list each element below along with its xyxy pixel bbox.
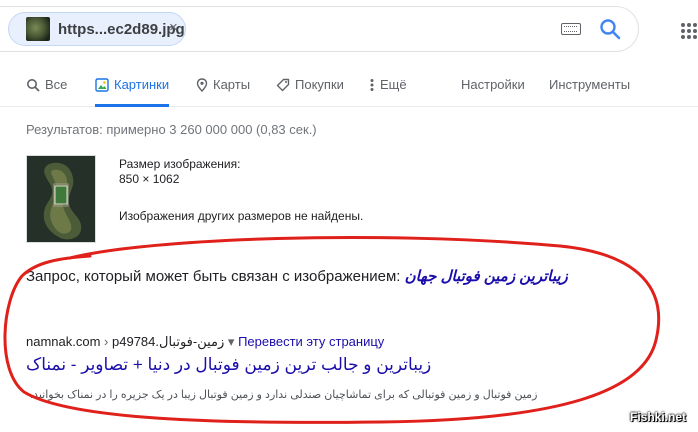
result-site: namnak.com <box>26 334 101 349</box>
keyboard-icon[interactable] <box>561 23 581 35</box>
chevron-down-icon[interactable]: ▾ <box>228 334 235 349</box>
tab-tools[interactable]: Инструменты <box>549 77 630 92</box>
close-icon[interactable]: × <box>169 19 178 36</box>
result-snippet: زمین فوتبال و زمین فوتبالی که برای تماشا… <box>30 389 538 401</box>
tag-icon <box>276 78 290 91</box>
related-query-link[interactable]: زیباترین زمین فوتبال جهان <box>405 268 568 285</box>
search-icon <box>27 78 40 92</box>
tab-label: Карты <box>213 77 251 92</box>
watermark: Fishki.net <box>630 410 687 424</box>
breadcrumb-separator: › <box>104 334 109 349</box>
translate-page-link[interactable]: Перевести эту страницу <box>238 334 384 349</box>
image-icon <box>95 77 109 92</box>
tab-label: Ещё <box>380 77 407 92</box>
related-query: Запрос, который может быть связан с изоб… <box>26 267 568 285</box>
tab-label: Картинки <box>114 77 170 92</box>
tab-label: Инструменты <box>549 77 631 92</box>
results-count: Результатов: примерно 3 260 000 000 (0,8… <box>26 122 317 137</box>
image-size-value: 850 × 1062 <box>119 172 180 186</box>
island-stadium-image <box>27 156 95 242</box>
tab-label: Все <box>45 77 68 92</box>
no-other-sizes-note: Изображения других размеров не найдены. <box>119 209 364 223</box>
tab-settings[interactable]: Настройки <box>461 77 525 92</box>
image-size-label: Размер изображения: <box>119 157 241 171</box>
result-path: p49784.زمین-فوتبال <box>112 334 225 349</box>
query-image[interactable] <box>26 155 96 243</box>
image-query-filename: https...ec2d89.jpg <box>58 21 185 38</box>
apps-grid-icon[interactable] <box>680 22 698 40</box>
query-image-thumbnail <box>26 17 50 41</box>
tab-maps[interactable]: Карты <box>196 77 250 92</box>
image-query-chip[interactable]: https...ec2d89.jpg × <box>8 12 186 46</box>
tab-more[interactable]: Ещё <box>369 77 407 92</box>
tab-images[interactable]: Картинки <box>95 77 170 107</box>
search-bar[interactable]: https...ec2d89.jpg × <box>0 6 639 52</box>
search-icon[interactable] <box>598 17 622 41</box>
tab-all[interactable]: Все <box>26 77 67 92</box>
related-query-prefix: Запрос, который может быть связан с изоб… <box>26 268 401 285</box>
result-title-link[interactable]: زیباترین و جالب ترین زمین فوتبال در دنیا… <box>26 355 431 375</box>
tab-label: Настройки <box>461 77 525 92</box>
tab-label: Покупки <box>295 77 344 92</box>
map-pin-icon <box>196 77 208 92</box>
tab-shopping[interactable]: Покупки <box>276 77 344 92</box>
more-vert-icon <box>370 78 374 91</box>
search-tabs: Все Картинки Карты Покупки Ещё Настройки… <box>0 70 698 107</box>
result-breadcrumb: namnak.com › p49784.زمین-فوتبال ▾ Переве… <box>26 334 384 350</box>
